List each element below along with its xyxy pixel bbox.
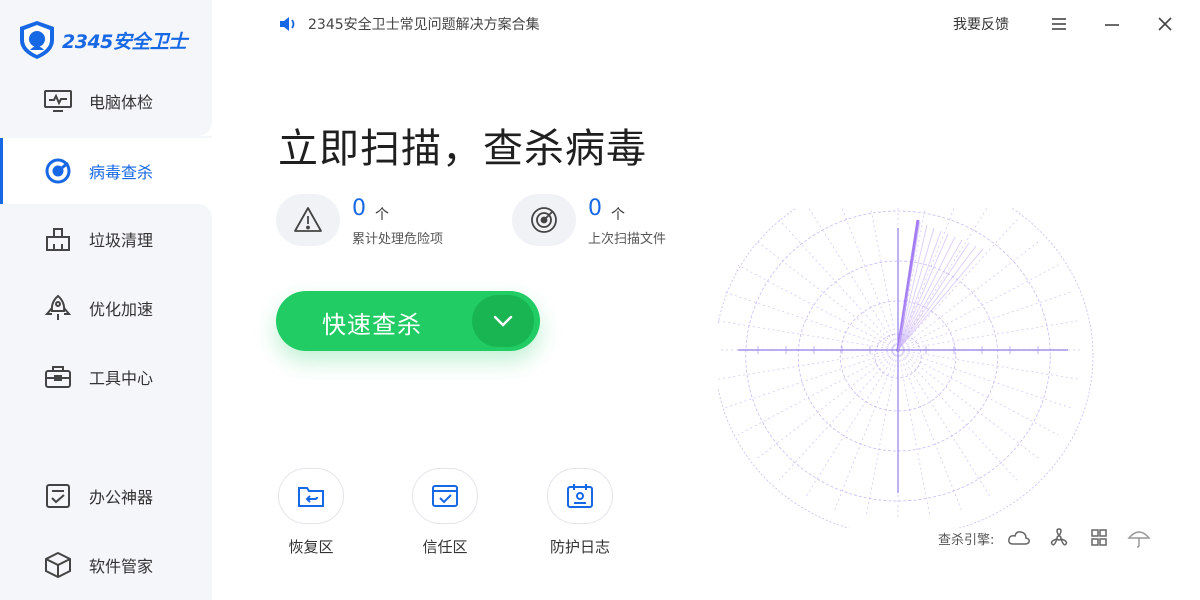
cloud-icon[interactable] (1004, 526, 1034, 550)
office-icon (42, 482, 74, 510)
sidebar-item-virus-scan[interactable]: 病毒查杀 (0, 138, 212, 204)
sidebar: 2345安全卫士 电脑体检 病毒查杀 垃圾清理 优化加速 工具中心 办公神器 软… (0, 0, 212, 600)
speaker-icon (280, 17, 295, 31)
sidebar-item-label: 电脑体检 (89, 93, 154, 112)
notice-text: 2345安全卫士常见问题解决方案合集 (308, 17, 540, 33)
scan-options-dropdown[interactable] (472, 295, 534, 347)
sidebar-item-office-tools[interactable]: 办公神器 (0, 465, 212, 527)
sidebar-item-label: 工具中心 (89, 369, 154, 388)
tool-label: 防护日志 (549, 538, 610, 556)
feedback-link[interactable]: 我要反馈 (953, 14, 1009, 34)
quick-scan-label: 快速查杀 (322, 311, 422, 339)
sidebar-item-tool-center[interactable]: 工具中心 (0, 346, 212, 408)
app-logo-text: 2345安全卫士 (62, 30, 187, 53)
stat-label: 累计处理危险项 (352, 232, 444, 247)
tool-icon-ring (547, 468, 613, 524)
log-icon (567, 484, 593, 508)
sidebar-item-pc-checkup[interactable]: 电脑体检 (0, 70, 212, 132)
cleaner-icon (42, 225, 74, 253)
trust-icon (432, 485, 458, 507)
rocket-icon (42, 294, 74, 322)
warning-icon (294, 207, 322, 232)
sidebar-item-software-manager[interactable]: 软件管家 (0, 534, 212, 596)
sidebar-item-label: 软件管家 (89, 557, 154, 576)
tool-label: 信任区 (422, 538, 468, 556)
sidebar-item-label: 办公神器 (89, 488, 154, 507)
stat-label: 上次扫描文件 (588, 232, 667, 247)
monitor-icon (42, 87, 74, 115)
radar-icon (531, 207, 557, 233)
scan-engine-row: 查杀引擎: (938, 526, 1164, 550)
quick-scan-button[interactable]: 快速查杀 (276, 291, 540, 351)
sidebar-item-optimize[interactable]: 优化加速 (0, 277, 212, 339)
close-button[interactable] (1153, 12, 1177, 36)
target-icon (42, 157, 74, 185)
grid-icon[interactable] (1084, 526, 1114, 550)
tool-icon-ring (278, 468, 344, 524)
stat-danger-items: 0 个 累计处理危险项 (276, 194, 496, 250)
stat-unit: 个 (375, 207, 389, 223)
tool-trust-area[interactable]: 信任区 (410, 468, 480, 558)
hamburger-icon (1052, 18, 1066, 30)
page-title: 立即扫描，查杀病毒 (278, 126, 647, 172)
minimize-button[interactable] (1100, 12, 1124, 36)
umbrella-icon[interactable] (1124, 526, 1154, 550)
menu-button[interactable] (1047, 12, 1071, 36)
stat-icon-bg (512, 194, 576, 246)
restore-folder-icon (298, 487, 324, 507)
stat-icon-bg (276, 194, 340, 246)
sidebar-item-label: 垃圾清理 (89, 231, 154, 250)
sidebar-item-junk-clean[interactable]: 垃圾清理 (0, 208, 212, 270)
stat-number: 0 (352, 196, 366, 221)
stat-number: 0 (588, 196, 602, 221)
fan-icon[interactable] (1044, 526, 1074, 550)
stat-last-scan-files: 0 个 上次扫描文件 (512, 194, 732, 250)
minimize-icon (1105, 24, 1119, 26)
tool-protection-log[interactable]: 防护日志 (545, 468, 615, 558)
tool-label: 恢复区 (288, 538, 334, 556)
tool-icon-ring (412, 468, 478, 524)
shield-logo-icon (20, 21, 54, 59)
chevron-down-icon (493, 315, 513, 327)
radar-graphic (718, 208, 1094, 528)
close-icon (1158, 17, 1172, 31)
app-logo: 2345安全卫士 (18, 20, 187, 60)
engine-label: 查杀引擎: (938, 532, 995, 548)
tool-restore-area[interactable]: 恢复区 (276, 468, 346, 558)
sidebar-item-label: 病毒查杀 (89, 163, 154, 182)
box-icon (42, 551, 74, 579)
stat-unit: 个 (611, 207, 625, 223)
notice-link[interactable]: 2345安全卫士常见问题解决方案合集 (278, 14, 540, 34)
toolbox-icon (42, 363, 74, 391)
sidebar-item-label: 优化加速 (89, 300, 154, 319)
